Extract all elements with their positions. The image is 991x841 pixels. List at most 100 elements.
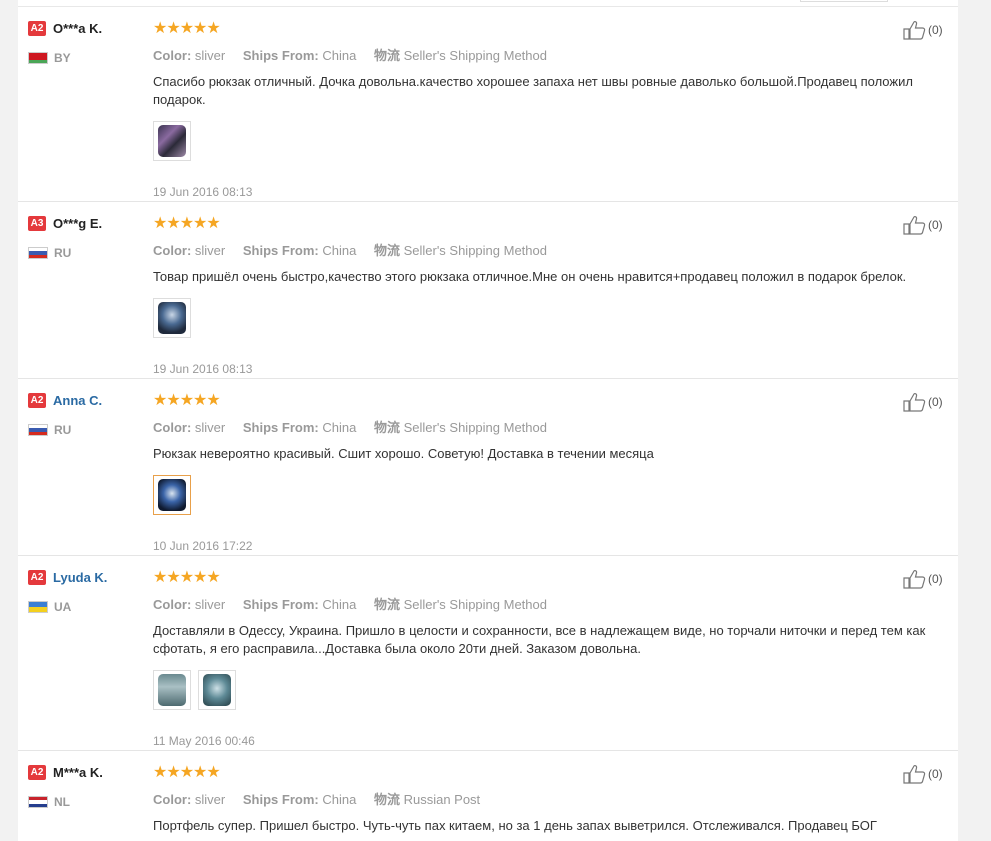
- review-photos: [153, 475, 953, 519]
- star-icon: ★: [179, 569, 195, 586]
- reviewer-name: O***g E.: [53, 216, 103, 232]
- top-control-edge: [800, 0, 888, 2]
- logistics-label: 物流: [373, 420, 400, 435]
- review-content: ★★★★★ Color: sliver Ships From: China 物流…: [153, 764, 953, 835]
- logistics-label: 物流: [373, 243, 400, 258]
- order-attributes: Color: sliver Ships From: China 物流 Selle…: [153, 417, 953, 436]
- color-value: sliver: [194, 420, 226, 435]
- thumbs-up-icon: [903, 570, 926, 589]
- color-label: Color:: [153, 243, 192, 258]
- photo-thumbnail[interactable]: [153, 670, 191, 710]
- thumbs-up-icon: [903, 765, 926, 784]
- star-icon: ★: [166, 20, 181, 37]
- helpful-button[interactable]: (0): [903, 569, 958, 589]
- helpful-count: (0): [928, 395, 943, 409]
- photo-thumbnail[interactable]: [153, 298, 191, 338]
- helpful-count: (0): [928, 23, 943, 37]
- star-icon: ★: [193, 392, 208, 409]
- photo-thumbnail-selected[interactable]: [153, 475, 191, 515]
- ships-from-label: Ships From:: [242, 792, 319, 807]
- color-value: sliver: [194, 792, 226, 807]
- color-value: sliver: [194, 597, 226, 612]
- photo-thumbnail[interactable]: [198, 670, 236, 710]
- star-icon: ★: [193, 764, 208, 781]
- ships-from-value: China: [322, 243, 357, 258]
- country-code: RU: [54, 245, 72, 260]
- review-text: Портфель супер. Пришел быстро. Чуть-чуть…: [153, 818, 877, 833]
- review-photos: [153, 121, 953, 165]
- review-text: Спасибо рюкзак отличный. Дочка довольна.…: [153, 74, 913, 107]
- logistics-label: 物流: [373, 792, 400, 807]
- review-date: 19 Jun 2016 08:13: [153, 185, 253, 199]
- review-photos: [153, 670, 953, 714]
- logistics-value: Seller's Shipping Method: [403, 420, 547, 435]
- star-icon: ★: [153, 392, 168, 409]
- ships-from-label: Ships From:: [242, 597, 319, 612]
- country-code: RU: [54, 422, 72, 437]
- star-rating: ★★★★★: [153, 569, 953, 586]
- photo-thumbnail[interactable]: [153, 121, 191, 161]
- star-icon: ★: [166, 569, 181, 586]
- star-icon: ★: [206, 569, 221, 586]
- helpful-button[interactable]: (0): [903, 764, 958, 784]
- order-attributes: Color: sliver Ships From: China 物流 Selle…: [153, 594, 953, 613]
- review-text: Доставляли в Одессу, Украина. Пришло в ц…: [153, 623, 926, 656]
- reviewer-name: O***a K.: [53, 21, 103, 37]
- logistics-value: Seller's Shipping Method: [403, 243, 547, 258]
- star-icon: ★: [153, 764, 168, 781]
- logistics-value: Russian Post: [403, 792, 481, 807]
- thumbs-up-icon: [903, 393, 926, 412]
- helpful-button[interactable]: (0): [903, 215, 958, 235]
- star-icon: ★: [179, 392, 195, 409]
- star-icon: ★: [179, 20, 195, 37]
- flag-ua-icon: [28, 600, 48, 613]
- flag-ru-icon: [28, 246, 48, 259]
- logistics-label: 物流: [373, 48, 400, 63]
- reviewer-name-link[interactable]: Lyuda K.: [53, 570, 107, 585]
- helpful-count: (0): [928, 767, 943, 781]
- reviewer-name-link[interactable]: Anna C.: [53, 393, 102, 408]
- country-code: NL: [54, 794, 70, 809]
- reviewer-info: A3 O***g E. RU: [28, 215, 158, 260]
- thumbs-up-icon: [903, 21, 926, 40]
- user-level-badge: A2: [28, 570, 46, 586]
- reviewer-info: A2 Anna C. RU: [28, 392, 158, 437]
- helpful-button[interactable]: (0): [903, 20, 958, 40]
- ships-from-value: China: [322, 420, 357, 435]
- reviewer-info: A2 M***a K. NL: [28, 764, 158, 809]
- order-attributes: Color: sliver Ships From: China 物流 Selle…: [153, 45, 953, 64]
- star-icon: ★: [193, 20, 208, 37]
- star-icon: ★: [166, 215, 181, 232]
- country-code: UA: [54, 599, 72, 614]
- color-label: Color:: [153, 48, 192, 63]
- review-divider: [18, 201, 958, 202]
- review-photos: [153, 298, 953, 342]
- logistics-value: Seller's Shipping Method: [403, 597, 547, 612]
- ships-from-label: Ships From:: [242, 243, 319, 258]
- ships-from-label: Ships From:: [242, 420, 319, 435]
- star-icon: ★: [166, 764, 181, 781]
- order-attributes: Color: sliver Ships From: China 物流 Russi…: [153, 789, 953, 808]
- review-text: Товар пришёл очень быстро,качество этого…: [153, 269, 907, 284]
- ships-from-value: China: [322, 792, 357, 807]
- star-rating: ★★★★★: [153, 764, 953, 781]
- color-value: sliver: [194, 243, 226, 258]
- color-label: Color:: [153, 420, 192, 435]
- flag-nl-icon: [28, 795, 48, 808]
- star-icon: ★: [206, 20, 221, 37]
- color-label: Color:: [153, 792, 192, 807]
- ships-from-value: China: [322, 597, 357, 612]
- star-icon: ★: [179, 764, 195, 781]
- reviewer-name: M***a K.: [53, 765, 103, 781]
- reviews-panel: A2 O***a K. BY ★★★★★ Color: sliver Ships …: [18, 0, 958, 841]
- star-icon: ★: [206, 392, 221, 409]
- color-label: Color:: [153, 597, 192, 612]
- star-rating: ★★★★★: [153, 20, 953, 37]
- star-icon: ★: [153, 569, 168, 586]
- country-code: BY: [54, 50, 71, 65]
- user-level-badge: A2: [28, 393, 46, 409]
- flag-ru-icon: [28, 423, 48, 436]
- star-rating: ★★★★★: [153, 392, 953, 409]
- helpful-button[interactable]: (0): [903, 392, 958, 412]
- top-divider: [18, 6, 958, 7]
